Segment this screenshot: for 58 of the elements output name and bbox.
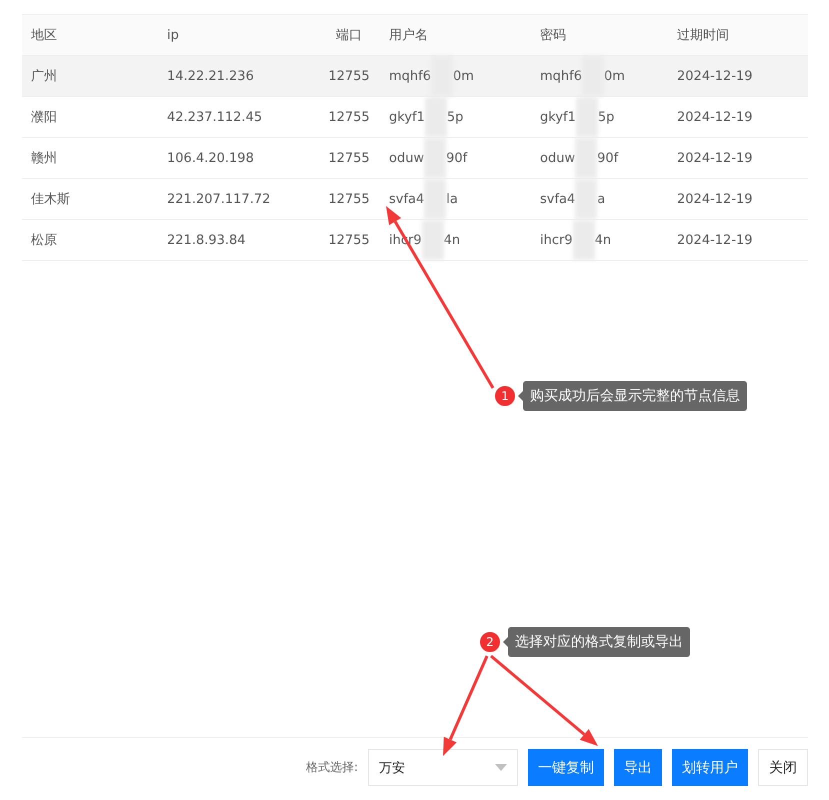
close-button[interactable]: 关闭 xyxy=(758,749,808,786)
table-cell-text: 14.22.21.236 xyxy=(166,68,255,86)
table-cell-text: 2024-12-19 xyxy=(676,68,754,86)
format-label: 格式选择: xyxy=(306,759,358,776)
table-cell-text: 12755 xyxy=(327,190,371,208)
password-end: 0m xyxy=(604,68,625,84)
password-start: oduw xyxy=(540,150,576,166)
column-header: 端口 xyxy=(335,27,363,45)
table-cell-text: 12755 xyxy=(327,232,371,250)
table-cell-text: 广州 xyxy=(30,68,58,86)
username-end: 90f xyxy=(446,150,468,166)
caret-icon xyxy=(495,764,507,771)
column-header: 过期时间 xyxy=(676,27,730,45)
step-badge: 2 xyxy=(479,631,501,653)
password-end: 4n xyxy=(594,232,612,248)
username-end: 5p xyxy=(446,110,464,124)
table-cell-text: 221.207.117.72 xyxy=(166,190,272,208)
password-start: svfa4 xyxy=(540,192,576,206)
password-start: mqhf6 xyxy=(540,68,582,84)
username-start: gkyf1 xyxy=(389,110,425,124)
username-end: 4n xyxy=(444,232,460,248)
username-end: 0m xyxy=(453,68,474,84)
table-cell-text: 106.4.20.198 xyxy=(166,150,255,168)
password-end: a xyxy=(597,192,606,206)
table-cell-text: 2024-12-19 xyxy=(676,108,754,126)
column-header: ip xyxy=(166,26,180,44)
password-start: gkyf1 xyxy=(540,110,576,124)
table-cell-text: 2024-12-19 xyxy=(676,232,754,250)
step-badge: 1 xyxy=(494,385,516,407)
username-start: mqhf6 xyxy=(389,68,432,84)
format-select[interactable]: 万安 xyxy=(368,749,518,786)
table-cell-text: 佳木斯 xyxy=(30,191,71,209)
password-start: ihcr9 xyxy=(540,232,573,248)
table-cell-text: 2024-12-19 xyxy=(676,150,754,168)
table-cell-text: 濮阳 xyxy=(30,109,58,127)
tooltip-pointer xyxy=(518,391,523,401)
action-button[interactable]: 划转用户 xyxy=(672,749,748,786)
table-cell-text: 松原 xyxy=(30,232,58,250)
table-cell-text: 42.237.112.45 xyxy=(166,108,264,126)
username-end: la xyxy=(446,192,458,206)
table-cell-text: 赣州 xyxy=(30,150,58,168)
username-start: oduw xyxy=(389,150,424,166)
username-start: svfa4 xyxy=(389,192,424,206)
password-end: 5p xyxy=(598,110,614,124)
action-button[interactable]: 导出 xyxy=(614,749,662,786)
column-header: 密码 xyxy=(539,27,567,45)
table-cell-text: 12755 xyxy=(327,68,371,86)
tooltip-pointer xyxy=(503,637,508,647)
column-header: 地区 xyxy=(30,27,58,45)
password-end: 90f xyxy=(597,150,618,166)
table-cell-text: 12755 xyxy=(327,108,371,126)
column-header: 用户名 xyxy=(388,27,429,45)
table-cell-text: 2024-12-19 xyxy=(676,190,754,208)
table-cell-text: 221.8.93.84 xyxy=(166,232,247,250)
table-cell-text: 12755 xyxy=(327,150,371,168)
annotation-tooltip: 购买成功后会显示完整的节点信息 xyxy=(523,381,747,411)
annotation-tooltip: 选择对应的格式复制或导出 xyxy=(508,627,690,657)
action-button[interactable]: 一键复制 xyxy=(528,749,604,786)
